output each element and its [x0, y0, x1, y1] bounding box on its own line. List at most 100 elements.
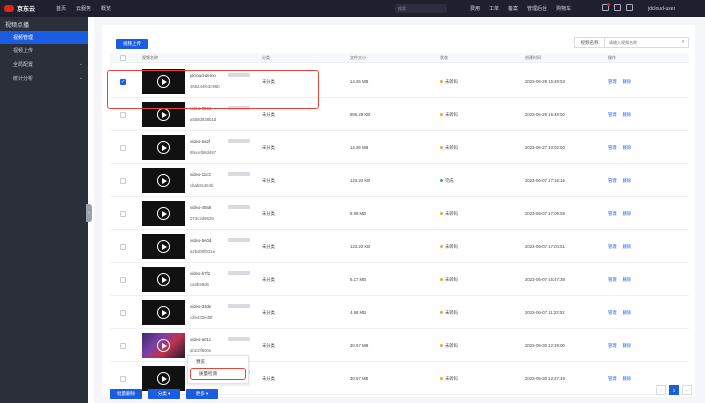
notification-icon[interactable] [626, 4, 633, 11]
table-row[interactable]: video-11c3 cbab8c464b 未分类 123.20 KB 完成 2023-0… [110, 164, 689, 197]
manage-link[interactable]: 管理 [608, 277, 617, 283]
row-checkbox[interactable] [120, 243, 126, 250]
video-thumbnail[interactable] [142, 267, 185, 292]
top-search-input[interactable]: 搜索 [395, 4, 447, 13]
row-checkbox[interactable] [120, 144, 126, 151]
top-nav-item[interactable]: 概览 [101, 5, 111, 12]
video-thumbnail[interactable] [142, 135, 185, 160]
category-button[interactable]: 分类 ▾ [148, 389, 180, 399]
upload-video-button[interactable]: 视频上传 [116, 39, 148, 49]
video-name[interactable]: video-a01c [190, 337, 211, 342]
row-checkbox[interactable] [120, 177, 126, 184]
redacted-text [228, 238, 250, 242]
search-icon[interactable]: ⌕ [678, 39, 688, 46]
delete-link[interactable]: 删除 [623, 277, 632, 283]
more-button[interactable]: 更多 ▾ [186, 389, 218, 399]
delete-link[interactable]: 删除 [623, 376, 632, 382]
page-current[interactable]: 1 [669, 385, 679, 395]
delete-link[interactable]: 删除 [623, 211, 632, 217]
delete-link[interactable]: 删除 [623, 178, 632, 184]
play-icon[interactable] [157, 240, 170, 253]
video-name[interactable]: video-8e0d [190, 238, 211, 243]
manage-link[interactable]: 管理 [608, 178, 617, 184]
table-row[interactable]: video-b7f2 ca3b99d6 未分类 6.17 MB 未转码 2023-06-0… [110, 263, 689, 296]
delete-link[interactable]: 删除 [623, 244, 632, 250]
video-size: 14.36 MB [350, 78, 369, 84]
top-link-filing[interactable]: 备案 [508, 5, 518, 12]
select-all-checkbox[interactable] [120, 53, 126, 63]
manage-link[interactable]: 管理 [608, 244, 617, 250]
row-checkbox[interactable] [120, 276, 126, 283]
message-icon[interactable] [602, 3, 610, 11]
sidebar-item-video-manage[interactable]: 视频管理 [0, 31, 88, 44]
video-name[interactable]: video-b7f2 [190, 271, 210, 276]
table-row[interactable]: video-6a2f 9fecef58d497 未分类 14.36 MB 未转码 2023… [110, 131, 689, 164]
video-name[interactable]: video-6a2f [190, 139, 210, 144]
table-header: 视频名称 分类 文件大小 状态 创建时间 操作 [110, 53, 689, 63]
batch-delete-button[interactable]: 批量删除 [110, 389, 142, 399]
top-link-cart[interactable]: 购物车 [556, 5, 571, 12]
play-icon[interactable] [157, 141, 170, 154]
row-checkbox[interactable] [120, 111, 126, 118]
search-type-select[interactable]: 视频名称 [575, 38, 605, 47]
play-icon[interactable] [157, 108, 170, 121]
delete-link[interactable]: 删除 [623, 145, 632, 151]
top-link-admin[interactable]: 管理后台 [527, 5, 547, 12]
play-icon[interactable] [157, 339, 170, 352]
video-thumbnail[interactable] [142, 300, 185, 325]
video-name[interactable]: video-49a8 [190, 205, 211, 210]
play-icon[interactable] [157, 306, 170, 319]
status-dot [440, 211, 443, 215]
video-thumbnail[interactable] [142, 333, 185, 358]
manage-link[interactable]: 管理 [608, 343, 617, 349]
manage-link[interactable]: 管理 [608, 145, 617, 151]
delete-link[interactable]: 删除 [623, 310, 632, 316]
row-checkbox[interactable] [120, 309, 126, 316]
video-thumbnail[interactable] [142, 201, 185, 226]
play-icon[interactable] [157, 273, 170, 286]
table-row[interactable]: video-8e0d a2bd08f031e 未分类 123.20 KB 未转码 2023… [110, 230, 689, 263]
top-nav-item[interactable]: 云服务 [76, 5, 91, 12]
col-category[interactable]: 分类 [262, 53, 270, 63]
video-status: 未转码 [440, 211, 458, 217]
status-text: 未转码 [445, 144, 458, 150]
delete-link[interactable]: 删除 [623, 343, 632, 349]
sidebar-item-video-upload[interactable]: 视频上传 [0, 44, 88, 57]
manage-link[interactable]: 管理 [608, 211, 617, 217]
manage-link[interactable]: 管理 [608, 376, 617, 382]
video-name[interactable]: video-11c3 [190, 172, 211, 177]
table-row[interactable]: video-49a8 073c2d9629 未分类 8.98 MB 未转码 2023-06… [110, 197, 689, 230]
video-thumbnail[interactable] [142, 234, 185, 259]
row-checkbox[interactable] [120, 342, 126, 349]
menu-item-preview[interactable]: 预览 [188, 356, 248, 368]
sidebar-group-global-config[interactable]: 全局配置 ⌄ [0, 57, 88, 71]
page-prev-button[interactable]: ‹ [656, 385, 666, 395]
menu-item-quality-check[interactable]: 质量检测 [190, 368, 246, 380]
row-checkbox[interactable] [120, 375, 126, 382]
search-input[interactable] [605, 38, 678, 47]
video-name[interactable]: video-33de [190, 304, 211, 309]
brand-logo[interactable]: 京东云 [0, 4, 56, 13]
video-thumbnail[interactable] [142, 366, 185, 391]
top-link-billing[interactable]: 费用 [470, 5, 480, 12]
manage-link[interactable]: 管理 [608, 112, 617, 118]
video-size: 123.20 KB [350, 243, 371, 249]
video-thumbnail[interactable] [142, 168, 185, 193]
manage-link[interactable]: 管理 [608, 310, 617, 316]
delete-link[interactable]: 删除 [623, 79, 632, 85]
delete-link[interactable]: 删除 [623, 112, 632, 118]
top-nav-item[interactable]: 首页 [56, 5, 66, 12]
play-icon[interactable] [157, 174, 170, 187]
user-account[interactable]: jdcloud-user [648, 0, 675, 17]
sidebar-collapse-handle[interactable]: ‹ [86, 204, 92, 222]
play-icon[interactable] [157, 372, 170, 385]
play-icon[interactable] [157, 207, 170, 220]
page-next-button[interactable]: › [682, 385, 692, 395]
manage-link[interactable]: 管理 [608, 79, 617, 85]
top-link-ticket[interactable]: 工单 [489, 5, 499, 12]
row-checkbox[interactable] [120, 210, 126, 217]
help-icon[interactable] [614, 4, 621, 11]
col-status[interactable]: 状态 [440, 53, 448, 63]
table-row[interactable]: video-33de c2b433ed9f 未分类 4.68 MB 未转码 2023-06… [110, 296, 689, 329]
sidebar-group-statistics[interactable]: 统计分析 ⌄ [0, 71, 88, 85]
